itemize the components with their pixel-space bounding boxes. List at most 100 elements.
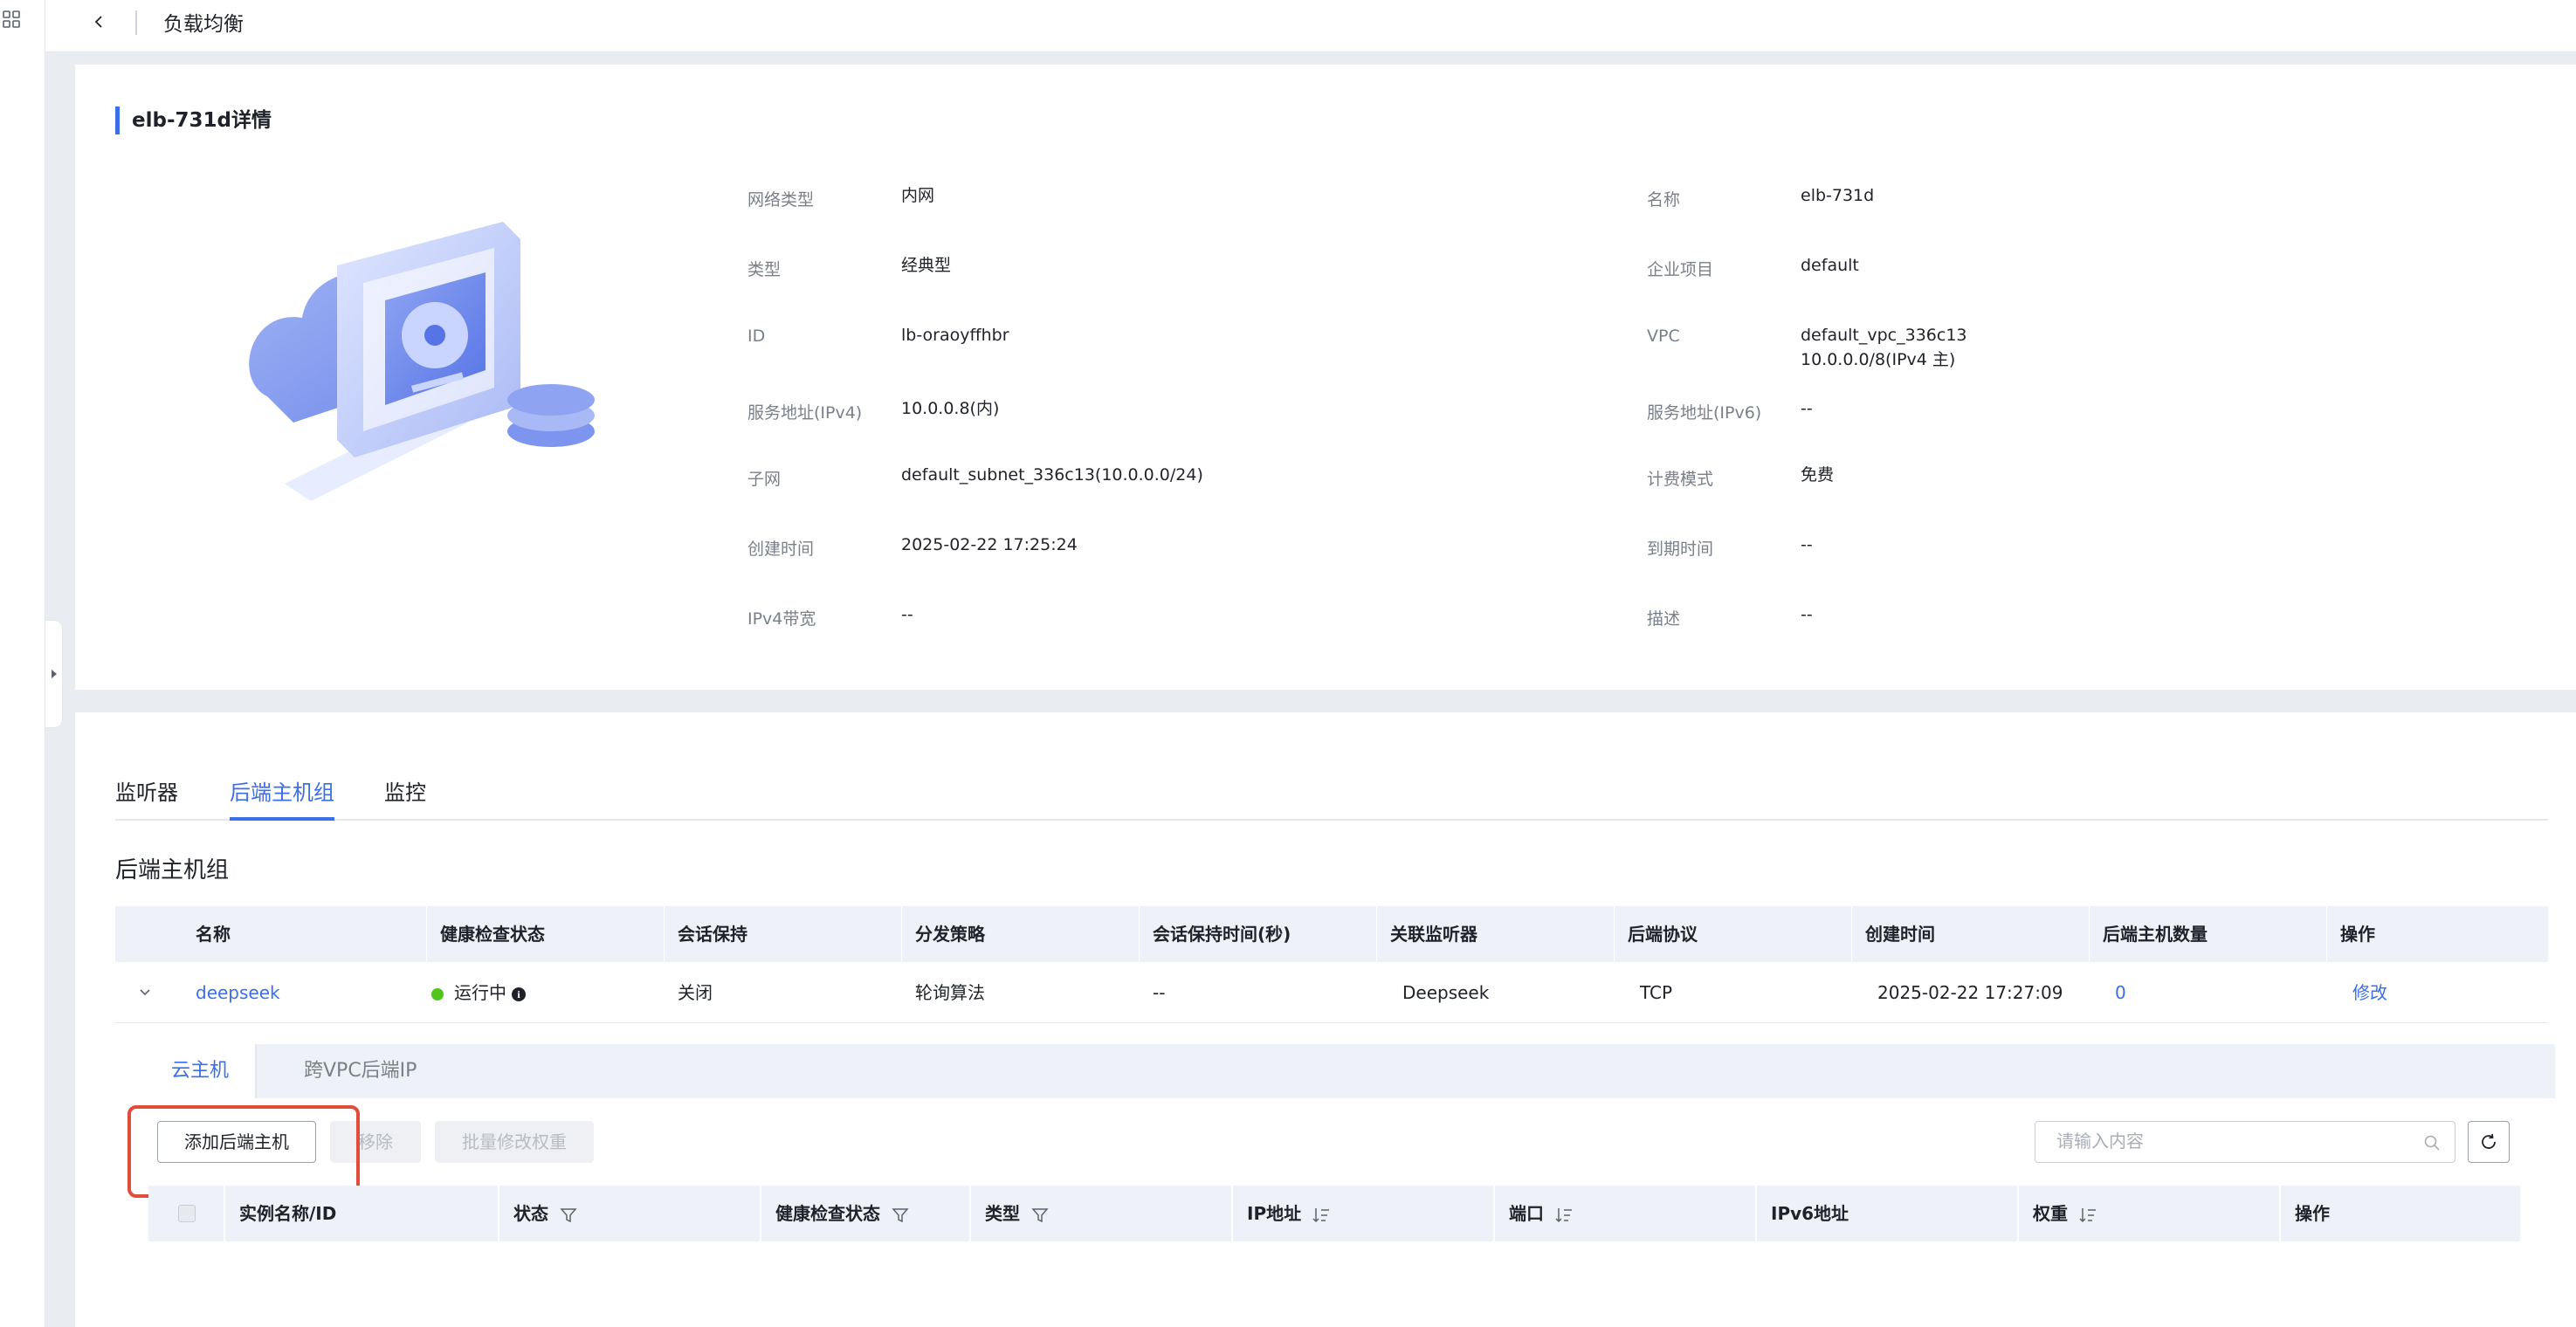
load-balancer-illustration-icon [249, 222, 595, 501]
header-divider [135, 10, 137, 35]
refresh-button[interactable] [2468, 1121, 2510, 1163]
tab-backend-groups[interactable]: 后端主机组 [230, 765, 334, 821]
property-value: 2025-02-22 17:25:24 [901, 535, 1078, 554]
filter-icon [1031, 1207, 1049, 1222]
filter-icon [560, 1207, 577, 1222]
property-value: -- [1801, 605, 1813, 624]
backend-card: 监听器 后端主机组 监控 后端主机组 名称 健康检查状态 会话保持 分发策略 会… [75, 712, 2576, 1327]
property-value: 10.0.0.8(内) [901, 399, 1000, 418]
filter-icon [892, 1207, 909, 1222]
tab-cross-vpc-ip[interactable]: 跨VPC后端IP [278, 1044, 443, 1098]
column-header: 会话保持 [678, 924, 747, 945]
page-header: 负载均衡 [45, 0, 2576, 52]
policy-cell: 轮询算法 [915, 982, 985, 1003]
instance-table-header: 实例名称/ID 状态 健康检查状态 类型 IP地址 端口 IPv6地址 权重 操… [148, 1186, 2520, 1241]
property-label: 服务地址(IPv4) [747, 403, 863, 423]
property-value: default_subnet_336c13(10.0.0.0/24) [901, 465, 1203, 485]
column-header[interactable]: 类型 [985, 1186, 1050, 1241]
remove-button[interactable]: 移除 [330, 1121, 421, 1163]
property-value: default [1801, 256, 1859, 275]
protocol-cell: TCP [1640, 982, 1673, 1003]
column-header[interactable]: 端口 [1509, 1186, 1574, 1241]
edit-link[interactable]: 修改 [2352, 962, 2387, 1023]
host-type-tabs: 云主机 跨VPC后端IP [145, 1044, 2555, 1098]
select-all-checkbox[interactable] [178, 1205, 196, 1222]
column-header: 名称 [196, 924, 231, 945]
column-header[interactable]: 权重 [2033, 1186, 2097, 1241]
column-header: 会话保持时间(秒) [1153, 924, 1291, 945]
caret-right-icon [51, 670, 57, 678]
property-value: -- [1801, 399, 1813, 418]
property-label: 描述 [1647, 609, 1681, 629]
tab-listeners[interactable]: 监听器 [115, 765, 178, 821]
column-header: 后端主机数量 [2103, 924, 2208, 945]
property-value: -- [901, 605, 913, 624]
health-status-label: 运行中 [454, 982, 506, 1003]
refresh-icon [2482, 1133, 2496, 1149]
running-status-dot-icon [431, 987, 444, 1000]
sidebar-expand-toggle[interactable] [45, 620, 63, 728]
search-icon[interactable] [2423, 1134, 2441, 1152]
property-value: lb-oraoyffhbr [901, 326, 1009, 345]
property-label: VPC [1647, 327, 1680, 346]
group-name-link[interactable]: deepseek [196, 962, 280, 1023]
session-time-cell: -- [1153, 982, 1166, 1003]
column-header: 操作 [2340, 924, 2375, 945]
column-header: 关联监听器 [1390, 924, 1477, 945]
sort-icon [1312, 1207, 1330, 1222]
column-header: 操作 [2295, 1203, 2330, 1224]
property-value: elb-731d [1801, 186, 1875, 205]
table-row[interactable]: deepseek 运行中 i 关闭 轮询算法 -- Deepseek TCP 20… [115, 962, 2548, 1023]
tab-monitoring[interactable]: 监控 [384, 765, 426, 821]
back-button[interactable] [86, 9, 113, 35]
property-label: 子网 [747, 470, 782, 489]
column-header: IPv6地址 [1771, 1203, 1849, 1224]
search-field[interactable] [2035, 1121, 2455, 1163]
search-input[interactable] [2056, 1122, 2423, 1160]
health-status: 运行中 i [431, 962, 526, 1023]
column-header[interactable]: 状态 [513, 1186, 578, 1241]
host-count-link[interactable]: 0 [2115, 962, 2126, 1023]
property-label: 服务地址(IPv6) [1647, 403, 1762, 423]
property-value-secondary: 10.0.0.0/8(IPv4 主) [1801, 350, 1956, 369]
property-value: default_vpc_336c13 [1801, 326, 1967, 345]
chevron-down-icon[interactable] [138, 986, 152, 1000]
detail-tabs: 监听器 后端主机组 监控 [115, 765, 2548, 821]
column-header: 分发策略 [915, 924, 985, 945]
detail-card: elb-731d详情 网络类型 内网类型 经典型 ID lb-oraoyffhbr 服务地… [75, 65, 2576, 690]
property-label: 网络类型 [747, 190, 815, 210]
property-label: ID [747, 327, 766, 346]
session-cell: 关闭 [678, 982, 713, 1003]
property-label: 企业项目 [1647, 260, 1714, 279]
property-value: -- [1801, 535, 1813, 554]
property-label: 到期时间 [1647, 540, 1714, 559]
property-label: IPv4带宽 [747, 609, 816, 629]
column-header[interactable]: 健康检查状态 [775, 1186, 910, 1241]
chevron-left-icon [94, 16, 102, 28]
page-title: 负载均衡 [163, 13, 244, 36]
detail-section-title: elb-731d详情 [115, 107, 272, 134]
backend-group-heading: 后端主机组 [115, 857, 230, 884]
column-header: 实例名称/ID [239, 1203, 337, 1224]
left-rail [0, 0, 45, 1327]
batch-edit-weight-button[interactable]: 批量修改权重 [435, 1121, 594, 1163]
add-backend-host-button[interactable]: 添加后端主机 [157, 1121, 316, 1163]
column-header: 后端协议 [1628, 924, 1698, 945]
created-cell: 2025-02-22 17:27:09 [1877, 982, 2063, 1003]
property-label: 计费模式 [1647, 470, 1714, 489]
sort-icon [1555, 1207, 1572, 1222]
column-header: 健康检查状态 [440, 924, 545, 945]
property-label: 类型 [747, 260, 782, 279]
property-value: 免费 [1801, 465, 1835, 485]
apps-grid-icon[interactable] [2, 9, 23, 30]
listener-cell: Deepseek [1402, 982, 1490, 1003]
sort-icon [2079, 1207, 2096, 1222]
property-value: 内网 [901, 186, 935, 205]
column-header[interactable]: IP地址 [1247, 1186, 1331, 1241]
property-label: 名称 [1647, 190, 1681, 210]
tab-cloud-hosts[interactable]: 云主机 [145, 1044, 258, 1098]
property-value: 经典型 [901, 256, 952, 275]
backend-group-table-header: 名称 健康检查状态 会话保持 分发策略 会话保持时间(秒) 关联监听器 后端协议… [115, 906, 2548, 962]
info-icon[interactable]: i [512, 987, 526, 1001]
column-header: 创建时间 [1865, 924, 1935, 945]
